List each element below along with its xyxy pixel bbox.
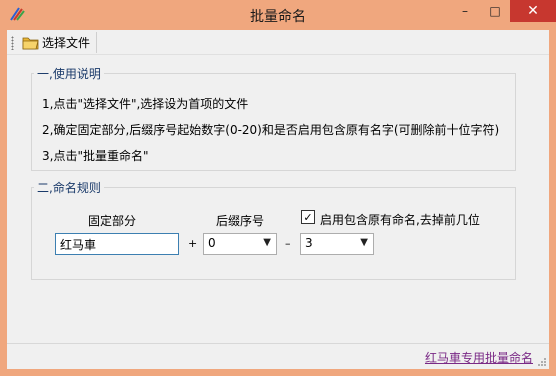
folder-icon	[22, 37, 39, 50]
rules-title: 二,命名规则	[34, 179, 104, 196]
keep-original-label[interactable]: 启用包含原有命名,去掉前几位	[320, 211, 480, 228]
plus-sign: +	[188, 237, 198, 250]
toolbar: 选择文件	[7, 30, 549, 55]
maximize-button[interactable]: □	[480, 0, 510, 22]
chevron-down-icon: ▼	[263, 237, 271, 248]
fixed-part-label: 固定部分	[88, 214, 137, 228]
rules-group: 二,命名规则 固定部分 后缀序号 ✓ 启用包含原有命名,去掉前几位 + 0 ▼ …	[31, 179, 516, 280]
suffix-start-select[interactable]: 0 ▼	[203, 233, 277, 255]
chevron-down-icon: ▼	[360, 237, 368, 248]
instructions-title: 一,使用说明	[34, 65, 104, 82]
size-grip-icon[interactable]	[537, 357, 547, 367]
instructions-group: 一,使用说明 1,点击"选择文件",选择设为首项的文件 2,确定固定部分,后缀序…	[31, 65, 516, 171]
select-file-label: 选择文件	[42, 36, 91, 50]
minus-sign: –	[285, 237, 291, 250]
title-bar[interactable]: 批量命名 – □ ✕	[0, 0, 556, 30]
trim-count-select[interactable]: 3 ▼	[300, 233, 374, 255]
client-area: 选择文件 一,使用说明 1,点击"选择文件",选择设为首项的文件 2,确定固定部…	[7, 30, 549, 369]
instruction-line: 2,确定固定部分,后缀序号起始数字(0-20)和是否启用包含原有名字(可删除前十…	[42, 123, 500, 137]
minimize-button[interactable]: –	[450, 0, 480, 22]
status-bar: 红马車专用批量命名	[7, 343, 549, 369]
instruction-line: 1,点击"选择文件",选择设为首项的文件	[42, 97, 249, 111]
keep-original-checkbox[interactable]: ✓	[301, 210, 315, 224]
window: 批量命名 – □ ✕ 选择文件 一,使用说明 1,点击"选择文件",选择设为首项…	[0, 0, 556, 376]
select-file-button[interactable]: 选择文件	[18, 32, 98, 53]
fixed-part-input[interactable]	[55, 233, 179, 255]
batch-rename-link[interactable]: 红马車专用批量命名	[425, 349, 533, 366]
instruction-line: 3,点击"批量重命名"	[42, 149, 149, 163]
suffix-start-value: 0	[208, 236, 216, 250]
toolbar-grip-icon[interactable]	[11, 36, 14, 50]
suffix-number-label: 后缀序号	[216, 214, 265, 228]
trim-count-value: 3	[305, 236, 313, 250]
close-button[interactable]: ✕	[510, 0, 556, 22]
check-mark-icon: ✓	[303, 210, 313, 224]
